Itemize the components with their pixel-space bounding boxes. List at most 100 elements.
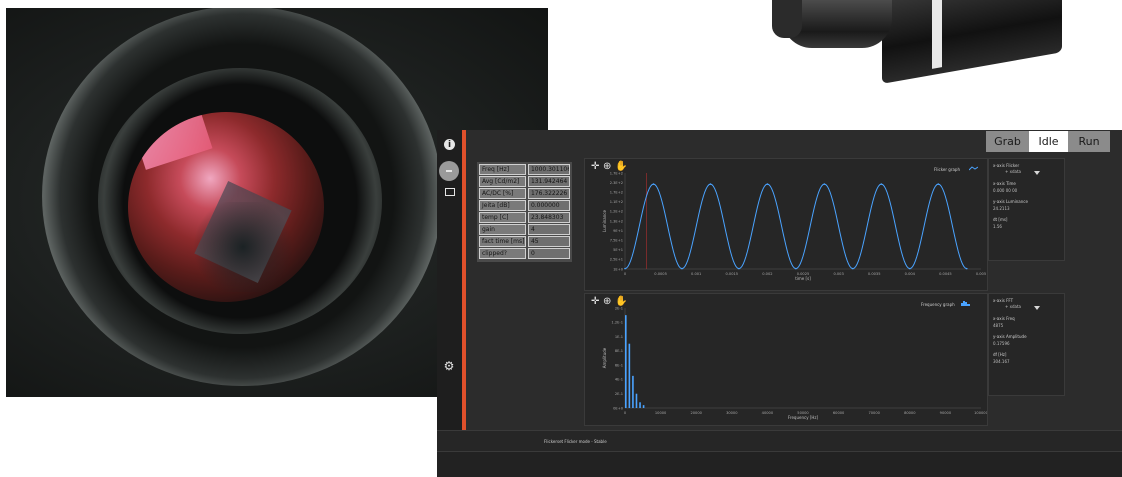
flicker-x-tick-label: 0.005 <box>976 272 986 276</box>
info-icon[interactable]: i <box>444 139 455 150</box>
row-key: temp [C] <box>479 212 526 223</box>
flicker-x-tick-label: 0 <box>624 272 627 276</box>
flicker-chart: 1.7E+2 2.3E+2 1.7E+2 1.1E+2 1.2E+2 1.3E+2 9E+1… <box>602 171 986 281</box>
select-label: x-axis Flicker <box>993 163 1020 168</box>
measure-icon[interactable] <box>439 161 459 181</box>
flicker-data-point <box>965 267 968 270</box>
frequency-y-tick-label: 2E-1 <box>615 306 623 310</box>
frequency-y-tick-label: 4E-1 <box>615 378 623 382</box>
bottom-area <box>437 452 1122 477</box>
frequency-side-panel: x-axis FFT + xdata x-axis Freq 4875 y-ax… <box>988 293 1065 396</box>
flicker-x-tick-label: 0.003 <box>833 272 843 276</box>
side-item-value: 4875 <box>993 323 1004 328</box>
sidebar: i ⚙ <box>437 130 462 430</box>
flicker-data-point <box>738 267 740 270</box>
flicker-series-line <box>624 183 967 270</box>
frequency-bar <box>635 393 638 408</box>
flicker-data-point <box>681 267 683 270</box>
row-key: fact time [ms] <box>479 236 526 247</box>
flicker-side-panel: x-axis Flicker + xdata x-axis Time 0.000… <box>988 158 1065 261</box>
row-value: 1000.301106 <box>527 164 570 175</box>
row-key: Freq [Hz] <box>479 164 526 175</box>
flicker-y-tick-label: 9E+1 <box>613 229 623 233</box>
frequency-x-tick-label: 30000 <box>726 411 738 415</box>
chevron-down-icon[interactable] <box>1034 171 1040 175</box>
flicker-data-point <box>880 183 883 185</box>
flicker-y-tick-label: 2.3E+2 <box>610 181 623 185</box>
side-item-value: 304.167 <box>993 359 1010 364</box>
frequency-y-tick-label: 1.2E-1 <box>611 321 623 325</box>
flicker-data-point <box>909 267 911 270</box>
frequency-y-tick-label: 1E-1 <box>615 335 623 339</box>
row-value: 45 <box>527 236 570 247</box>
app-window: i ⚙ Grab Idle Run Freq [Hz] 1000.301106 A… <box>437 130 1122 477</box>
status-bar: Flickerset Flicker mode - Stable <box>437 430 1122 452</box>
row-key: clipped? <box>479 248 526 259</box>
side-item-label: y-axis Amplitude <box>993 334 1027 339</box>
frequency-x-axis-label: Frequency [Hz] <box>788 415 819 420</box>
row-value: 0.000000 <box>527 200 570 211</box>
row-value: 131.942464 <box>527 176 570 187</box>
idle-button[interactable]: Idle <box>1029 131 1068 152</box>
frequency-x-tick-label: 60000 <box>833 411 845 415</box>
table-row: fact time [ms] 45 <box>479 236 570 247</box>
side-item-label: df [Hz] <box>993 352 1007 357</box>
flicker-y-tick-label: 7.5E+1 <box>610 239 623 243</box>
row-value: 4 <box>527 224 570 235</box>
frequency-x-tick-label: 100000 <box>974 411 987 415</box>
flicker-x-tick-label: 0.001 <box>691 272 701 276</box>
flicker-x-axis-label: time [s] <box>795 276 811 281</box>
grab-button[interactable]: Grab <box>986 131 1029 152</box>
frequency-x-tick-label: 0 <box>624 411 627 415</box>
run-button[interactable]: Run <box>1068 131 1110 152</box>
xdata-select[interactable]: + xdata <box>1005 169 1021 174</box>
row-key: AC/DC [%] <box>479 188 526 199</box>
flicker-x-tick-label: 0.004 <box>905 272 916 276</box>
side-item-label: x-axis Time <box>993 181 1016 186</box>
flicker-y-tick-label: 1.2E+2 <box>610 210 623 214</box>
frequency-y-axis-label: Amplitude <box>602 347 607 368</box>
flicker-y-tick-label: 5E+1 <box>613 248 623 252</box>
flicker-data-point <box>852 267 854 270</box>
window-icon[interactable] <box>445 188 455 196</box>
flicker-x-tick-label: 0.0015 <box>726 272 739 276</box>
frequency-bar <box>628 343 631 408</box>
side-item-value: 0.000 00 00 <box>993 188 1018 193</box>
flicker-x-tick-label: 0.0035 <box>868 272 881 276</box>
side-item-label: y-axis Luminance <box>993 199 1028 204</box>
xdata-select[interactable]: + xdata <box>1005 304 1021 309</box>
row-value: 23.848303 <box>527 212 570 223</box>
row-value: 0 <box>527 248 570 259</box>
flicker-y-tick-label: 1.7E+2 <box>610 191 623 195</box>
frequency-chart: 2E-1 1.2E-1 1E-1 8E-1 6E-1 4E-1 2E-1 0E+00 10000… <box>602 306 987 420</box>
table-row: clipped? 0 <box>479 248 570 259</box>
flicker-data-point <box>652 183 655 185</box>
side-item-value: 1.56 <box>993 224 1002 229</box>
mode-toggle: Grab Idle Run <box>986 131 1110 152</box>
flicker-y-tick-label: 1E+0 <box>613 267 624 271</box>
flicker-y-tick-label: 1.1E+2 <box>610 200 623 204</box>
flicker-panel: ✛ ⊕ ✋ Flicker graph 1.7E+2 2.3E+2 1.7E+2 1.… <box>584 158 988 291</box>
table-row: AC/DC [%] 176.322226 <box>479 188 570 199</box>
frequency-bar <box>632 375 634 408</box>
frequency-x-tick-label: 70000 <box>868 411 880 415</box>
flicker-y-tick-label: 2.5E+1 <box>610 258 623 262</box>
frequency-x-tick-label: 20000 <box>690 411 702 415</box>
table-row: gain 4 <box>479 224 570 235</box>
flicker-data-point <box>795 267 797 270</box>
table-row: temp [C] 23.848303 <box>479 212 570 223</box>
flicker-x-tick-label: 0.002 <box>762 272 772 276</box>
flicker-data-point <box>937 183 940 185</box>
flicker-data-point <box>766 183 769 185</box>
side-item-value: 24.2113 <box>993 206 1010 211</box>
row-key: Avg [Cd/m2] <box>479 176 526 187</box>
lens-glass <box>128 112 324 302</box>
camera-photo <box>772 0 1072 84</box>
gear-icon[interactable]: ⚙ <box>442 359 456 373</box>
accent-bar <box>462 130 466 430</box>
chevron-down-icon[interactable] <box>1034 306 1040 310</box>
flicker-data-point <box>823 183 826 185</box>
side-item-value: 0.17596 <box>993 341 1010 346</box>
row-value: 176.322226 <box>527 188 570 199</box>
results-table: Freq [Hz] 1000.301106 Avg [Cd/m2] 131.9424… <box>477 162 572 262</box>
